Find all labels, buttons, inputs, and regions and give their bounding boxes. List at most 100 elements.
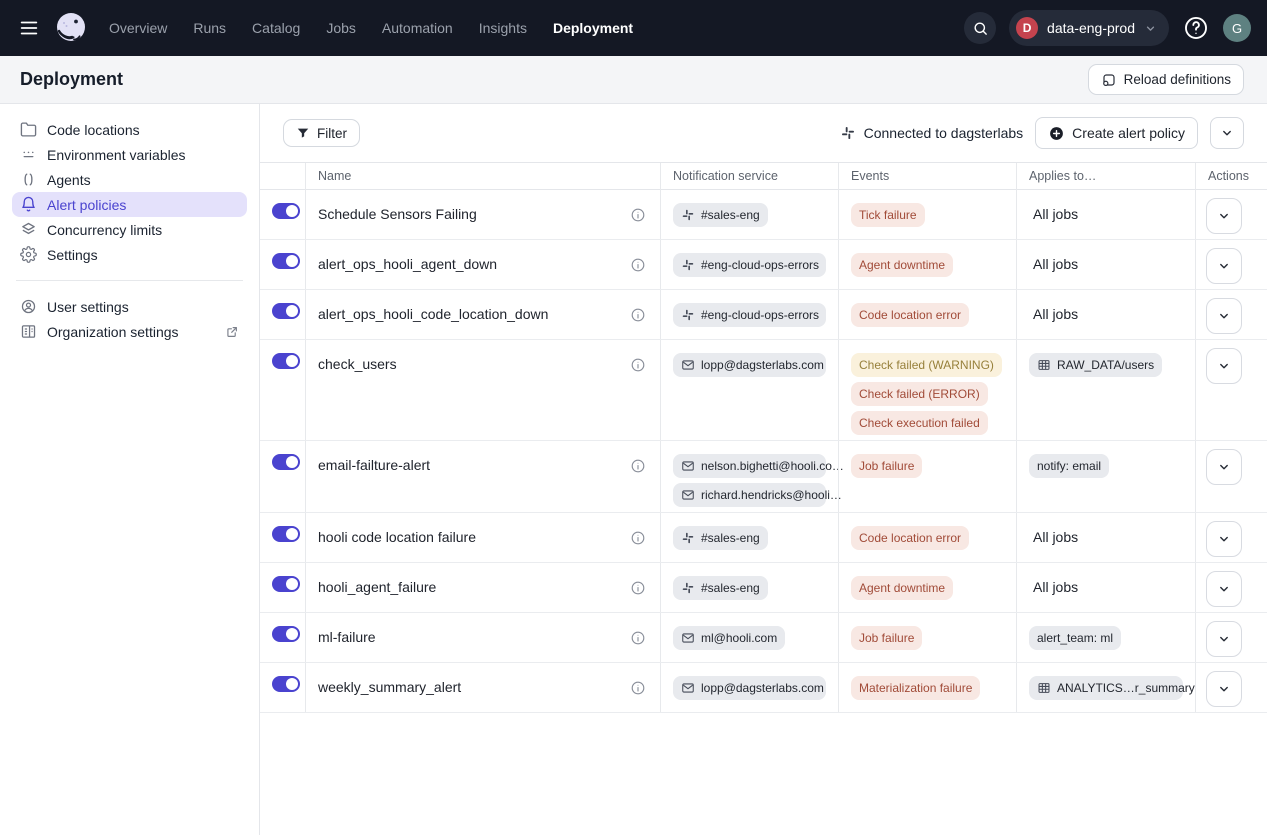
plus-circle-icon: [1048, 125, 1065, 142]
sidebar-item-agents[interactable]: Agents: [12, 167, 247, 192]
info-icon[interactable]: [630, 307, 646, 323]
events-cell: Code location error: [838, 290, 1016, 339]
policy-enabled-toggle[interactable]: [272, 676, 300, 692]
notification-pill: #sales-eng: [673, 203, 768, 227]
event-tag: Code location error: [851, 303, 969, 327]
sidebar-item-organization-settings[interactable]: Organization settings: [12, 319, 247, 344]
connection-status-label: Connected to dagsterlabs: [864, 125, 1024, 141]
applies-to-value: All jobs: [1033, 206, 1078, 223]
top-nav: Overview Runs Catalog Jobs Automation In…: [0, 0, 1267, 56]
applies-to-pill-label: ANALYTICS…r_summary: [1057, 681, 1195, 695]
notification-pill-label: nelson.bighetti@hooli.co…: [701, 459, 844, 473]
sidebar-item-code-locations[interactable]: Code locations: [12, 117, 247, 142]
policy-enabled-toggle[interactable]: [272, 576, 300, 592]
applies-to-pill-label: RAW_DATA/users: [1057, 358, 1154, 372]
dagster-logo[interactable]: [51, 8, 91, 48]
sidebar-item-label: Alert policies: [47, 197, 126, 213]
row-actions-button[interactable]: [1206, 671, 1242, 707]
notification-pill: #eng-cloud-ops-errors: [673, 253, 826, 277]
policy-enabled-toggle[interactable]: [272, 353, 300, 369]
notification-service-cell: ml@hooli.com: [660, 613, 838, 662]
policy-name: hooli_agent_failure: [318, 579, 436, 595]
create-policy-more-button[interactable]: [1210, 117, 1244, 149]
reload-definitions-button[interactable]: Reload definitions: [1088, 64, 1244, 95]
nav-item-jobs[interactable]: Jobs: [326, 20, 356, 36]
help-button[interactable]: [1182, 14, 1210, 42]
search-button[interactable]: [964, 12, 996, 44]
chevron-down-icon: [1220, 126, 1234, 140]
event-tag: Check failed (ERROR): [851, 382, 988, 406]
actions-cell: [1195, 663, 1267, 712]
row-actions-button[interactable]: [1206, 521, 1242, 557]
page-header: Deployment Reload definitions: [0, 56, 1267, 104]
info-icon[interactable]: [630, 680, 646, 696]
policy-enabled-toggle[interactable]: [272, 626, 300, 642]
row-actions-button[interactable]: [1206, 621, 1242, 657]
info-icon[interactable]: [630, 458, 646, 474]
external-link-icon: [225, 325, 239, 339]
policy-enabled-toggle[interactable]: [272, 526, 300, 542]
deployment-switcher[interactable]: D data-eng-prod: [1009, 10, 1169, 46]
name-cell: ml-failure: [305, 613, 660, 662]
nav-item-overview[interactable]: Overview: [109, 20, 167, 36]
email-icon: [681, 488, 695, 502]
filter-button[interactable]: Filter: [283, 119, 360, 147]
slack-connection-status: Connected to dagsterlabs: [840, 125, 1024, 141]
policy-name: Schedule Sensors Failing: [318, 206, 477, 222]
sidebar-item-alert-policies[interactable]: Alert policies: [12, 192, 247, 217]
user-avatar[interactable]: G: [1223, 14, 1251, 42]
row-actions-button[interactable]: [1206, 198, 1242, 234]
policy-enabled-toggle[interactable]: [272, 203, 300, 219]
row-actions-button[interactable]: [1206, 298, 1242, 334]
sidebar-item-environment-variables[interactable]: Environment variables: [12, 142, 247, 167]
info-icon[interactable]: [630, 630, 646, 646]
sidebar-item-settings[interactable]: Settings: [12, 242, 247, 267]
policy-enabled-toggle[interactable]: [272, 454, 300, 470]
chevron-down-icon: [1217, 682, 1231, 696]
applies-to-cell: All jobs: [1016, 240, 1195, 289]
name-cell: alert_ops_hooli_agent_down: [305, 240, 660, 289]
row-actions-button[interactable]: [1206, 348, 1242, 384]
create-alert-policy-button[interactable]: Create alert policy: [1035, 117, 1198, 149]
sidebar-item-user-settings[interactable]: User settings: [12, 294, 247, 319]
sidebar-item-label: Organization settings: [47, 324, 179, 340]
column-header-toggle: [260, 163, 305, 190]
chevron-down-icon: [1217, 359, 1231, 373]
name-cell: weekly_summary_alert: [305, 663, 660, 712]
top-nav-right: D data-eng-prod G: [964, 10, 1251, 46]
sidebar-item-label: Settings: [47, 247, 98, 263]
event-tag: Job failure: [851, 626, 922, 650]
info-icon[interactable]: [630, 357, 646, 373]
notification-service-cell: #eng-cloud-ops-errors: [660, 290, 838, 339]
organization-icon: [20, 323, 37, 340]
hamburger-icon[interactable]: [16, 15, 42, 41]
bell-icon: [20, 196, 37, 213]
policy-name: check_users: [318, 356, 397, 372]
slack-icon: [681, 208, 695, 222]
info-icon[interactable]: [630, 530, 646, 546]
sidebar-item-concurrency-limits[interactable]: Concurrency limits: [12, 217, 247, 242]
applies-to-pill-label: notify: email: [1037, 459, 1101, 473]
reload-icon: [1101, 72, 1117, 88]
policy-enabled-toggle[interactable]: [272, 303, 300, 319]
nav-item-runs[interactable]: Runs: [193, 20, 226, 36]
row-actions-button[interactable]: [1206, 248, 1242, 284]
event-tag: Check failed (WARNING): [851, 353, 1002, 377]
row-actions-button[interactable]: [1206, 571, 1242, 607]
column-header-notification-service: Notification service: [660, 163, 838, 190]
nav-item-deployment[interactable]: Deployment: [553, 20, 633, 36]
notification-pill: nelson.bighetti@hooli.co…: [673, 454, 826, 478]
policy-enabled-toggle[interactable]: [272, 253, 300, 269]
info-icon[interactable]: [630, 580, 646, 596]
events-cell: Agent downtime: [838, 563, 1016, 612]
events-cell: Job failure: [838, 441, 1016, 512]
events-cell: Materialization failure: [838, 663, 1016, 712]
nav-item-automation[interactable]: Automation: [382, 20, 453, 36]
nav-item-insights[interactable]: Insights: [479, 20, 527, 36]
toggle-cell: [260, 513, 305, 562]
event-tag-label: Job failure: [859, 459, 914, 473]
row-actions-button[interactable]: [1206, 449, 1242, 485]
nav-item-catalog[interactable]: Catalog: [252, 20, 300, 36]
info-icon[interactable]: [630, 207, 646, 223]
info-icon[interactable]: [630, 257, 646, 273]
